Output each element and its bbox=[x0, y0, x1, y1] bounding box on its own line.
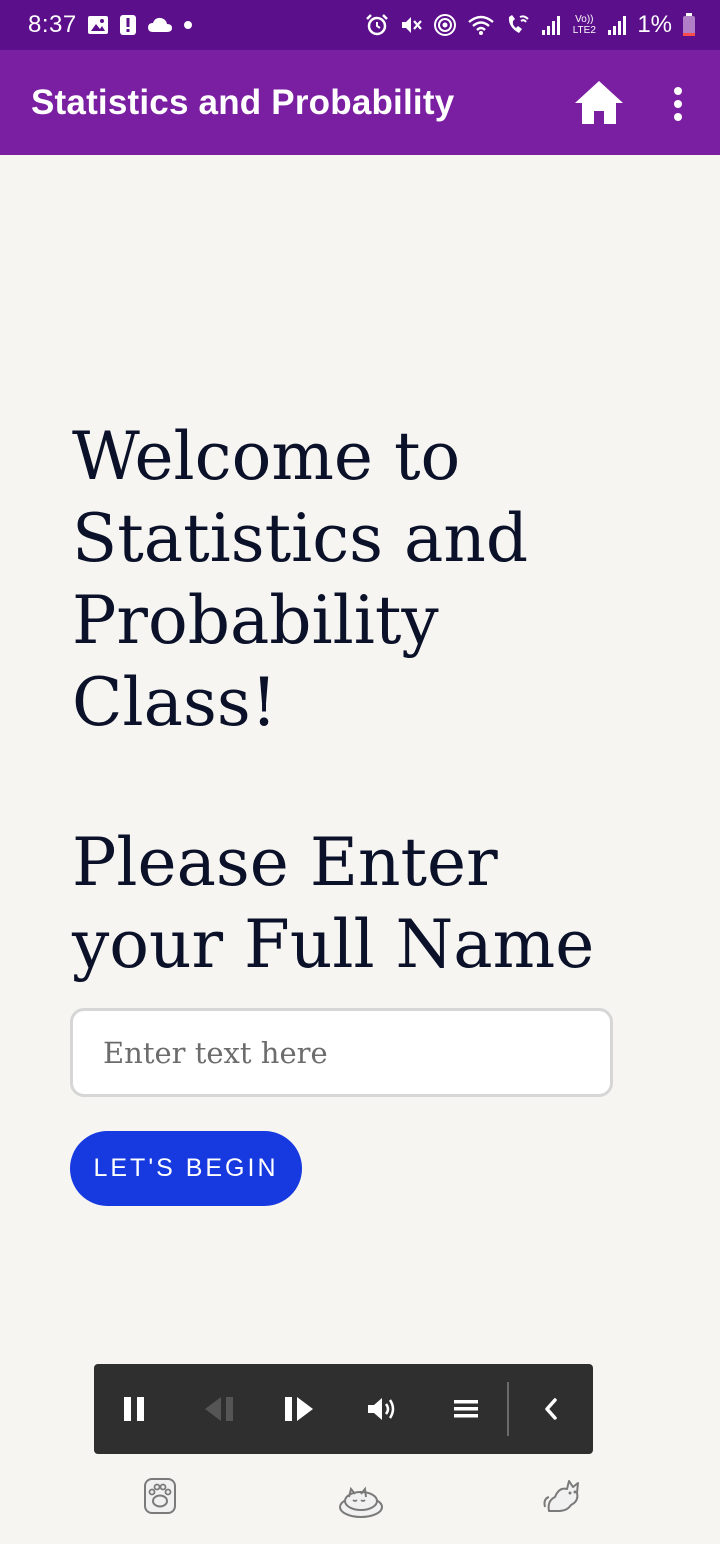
sleeping-cat-icon[interactable] bbox=[336, 1476, 386, 1520]
more-vert-icon[interactable] bbox=[664, 82, 692, 126]
battery-icon bbox=[682, 13, 696, 37]
welcome-heading: Welcome to Statistics and Probability Cl… bbox=[72, 416, 672, 744]
paw-icon[interactable] bbox=[140, 1474, 180, 1518]
pause-button[interactable] bbox=[112, 1364, 156, 1454]
battery-percent: 1% bbox=[637, 11, 672, 38]
dot-icon bbox=[183, 20, 193, 30]
welcome-line: Probability bbox=[72, 582, 439, 659]
welcome-line: Class! bbox=[72, 664, 278, 741]
name-prompt: Please Enter your Full Name bbox=[72, 822, 672, 986]
collapse-icon bbox=[545, 1398, 557, 1420]
alert-icon bbox=[119, 14, 137, 36]
volume-icon bbox=[368, 1398, 395, 1420]
menu-dot bbox=[674, 100, 682, 108]
status-bar: 8:37 Vo)) LTE2 1% bbox=[0, 0, 720, 50]
prompt-line: Please Enter bbox=[72, 824, 498, 901]
full-name-input[interactable] bbox=[70, 1008, 613, 1097]
signal-icon bbox=[541, 14, 561, 36]
next-button[interactable] bbox=[276, 1364, 324, 1454]
volume-button[interactable] bbox=[358, 1364, 406, 1454]
menu-dot bbox=[674, 87, 682, 95]
home-icon bbox=[575, 81, 623, 124]
media-player bbox=[94, 1364, 593, 1454]
cloud-icon bbox=[147, 16, 173, 34]
previous-button[interactable] bbox=[194, 1364, 242, 1454]
gallery-icon bbox=[87, 14, 109, 36]
player-divider bbox=[507, 1382, 509, 1436]
wifi-icon bbox=[467, 13, 495, 37]
mute-icon bbox=[399, 13, 423, 37]
lets-begin-button[interactable]: LET'S BEGIN bbox=[70, 1131, 302, 1206]
welcome-line: Welcome to bbox=[72, 418, 461, 495]
status-left: 8:37 bbox=[28, 11, 193, 39]
home-button[interactable] bbox=[573, 78, 625, 128]
status-right: Vo)) LTE2 1% bbox=[365, 11, 696, 39]
signal2-icon bbox=[607, 14, 627, 36]
next-icon bbox=[285, 1397, 313, 1421]
wifi-calling-icon bbox=[505, 13, 531, 37]
welcome-line: Statistics and bbox=[72, 500, 529, 577]
hotspot-icon bbox=[433, 13, 457, 37]
volte-icon: Vo)) LTE2 bbox=[572, 14, 596, 36]
menu-icon bbox=[454, 1400, 478, 1418]
app-title: Statistics and Probability bbox=[31, 82, 455, 122]
collapse-button[interactable] bbox=[530, 1364, 572, 1454]
previous-icon bbox=[205, 1397, 233, 1421]
playful-cat-icon[interactable] bbox=[540, 1472, 586, 1518]
status-time: 8:37 bbox=[28, 11, 77, 38]
prompt-line: your Full Name bbox=[72, 906, 595, 983]
menu-dot bbox=[674, 113, 682, 121]
pause-icon bbox=[124, 1397, 144, 1421]
alarm-icon bbox=[365, 13, 389, 37]
list-menu-button[interactable] bbox=[442, 1364, 490, 1454]
